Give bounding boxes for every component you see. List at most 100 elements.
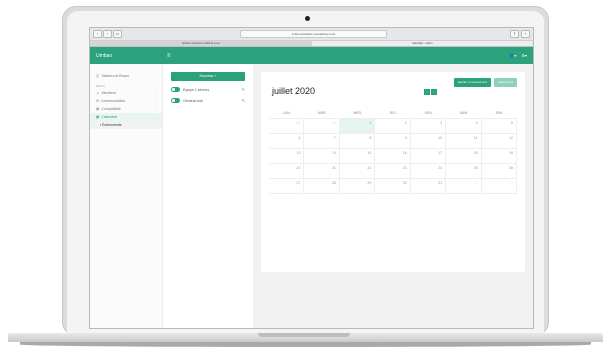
share-icon[interactable]: ⇪ xyxy=(510,30,519,38)
calendar-day[interactable]: 3 xyxy=(410,119,447,134)
base-notch xyxy=(258,333,350,337)
app-body: ◫ Tableau de Board MENU ☺ Membres ‹ ✉ Co… xyxy=(90,64,533,328)
sidebar-item-accounting[interactable]: ▤ Comptabilité ‹ xyxy=(90,105,162,113)
add-event-button[interactable]: Ajouter un événement xyxy=(453,78,492,87)
calendar-day[interactable]: 19 xyxy=(481,149,517,164)
calendar-day[interactable]: 22 xyxy=(339,164,376,179)
sidebar: ◫ Tableau de Board MENU ☺ Membres ‹ ✉ Co… xyxy=(90,64,163,328)
calendar-icon: ▦ xyxy=(96,115,100,119)
calendar-day[interactable]: 26 xyxy=(481,164,517,179)
calendar-day[interactable]: 23 xyxy=(375,164,411,179)
calendar-day[interactable]: 31 xyxy=(410,179,447,194)
calendar-day[interactable]: 30 xyxy=(375,179,411,194)
weekday-header: SAM. xyxy=(446,108,482,119)
calendar-day[interactable]: 2 xyxy=(481,179,517,194)
sidebar-item-label: Comptabilité xyxy=(101,107,121,111)
calendar-day[interactable]: 21 xyxy=(304,164,340,179)
camera-dot xyxy=(305,16,310,21)
filter-label: Général club xyxy=(183,98,203,103)
prev-month-icon[interactable]: ‹ xyxy=(424,89,430,95)
app-header: Umbao ≡ 👤▾ ⚙▾ xyxy=(90,47,533,64)
calendar-day[interactable]: 13 xyxy=(269,149,305,164)
calendar-nav: ‹ › xyxy=(424,89,437,95)
back-icon[interactable]: ‹ xyxy=(93,30,102,38)
filter-toggle[interactable] xyxy=(171,87,180,92)
forward-icon[interactable]: › xyxy=(103,30,112,38)
sidebar-icon[interactable]: ▭ xyxy=(113,30,122,38)
settings-icon[interactable]: ⚙▾ xyxy=(521,53,527,58)
calendar-day[interactable]: 15 xyxy=(339,149,376,164)
browser-nav: ‹ › ▭ xyxy=(93,30,122,38)
base-bottom xyxy=(20,342,591,347)
calendar-day[interactable]: 11 xyxy=(446,134,482,149)
edit-icon[interactable]: ✎ xyxy=(242,87,245,92)
calendar-day[interactable]: 14 xyxy=(304,149,340,164)
calendar-day[interactable]: 20 xyxy=(269,164,305,179)
calendar-day[interactable]: 17 xyxy=(410,149,447,164)
calendar-card: juillet 2020 Ajouter un événement Aujour… xyxy=(261,72,525,272)
calendar-day[interactable]: 5 xyxy=(481,119,517,134)
filter-toggle[interactable] xyxy=(171,98,180,103)
calendar-day[interactable]: 1 xyxy=(446,179,482,194)
screen: ‹ › ▭ Il.demonstration.prestashop.com ⇪ … xyxy=(89,27,534,329)
user-icon[interactable]: 👤▾ xyxy=(509,53,516,58)
brand-logo[interactable]: Umbao xyxy=(90,53,163,59)
browser-tab-active[interactable]: Calendrier - Admin xyxy=(311,41,533,46)
sidebar-item-label: Tableau de Board xyxy=(101,74,129,78)
calendar-day[interactable]: 18 xyxy=(446,149,482,164)
main-content: juillet 2020 Ajouter un événement Aujour… xyxy=(253,64,533,328)
calendar-day-today[interactable]: 1 xyxy=(339,119,376,134)
calendar-title: juillet 2020 xyxy=(272,86,316,96)
filter-row: Équipe 1 séniors ✎ xyxy=(171,87,245,92)
calendar-day[interactable]: 7 xyxy=(304,134,340,149)
calendar-day[interactable]: 8 xyxy=(339,134,376,149)
chevron-icon: ‹ xyxy=(155,91,156,95)
sidebar-item-members[interactable]: ☺ Membres ‹ xyxy=(90,89,162,97)
calendar-day[interactable]: 4 xyxy=(446,119,482,134)
sidebar-item-dashboard[interactable]: ◫ Tableau de Board xyxy=(90,72,162,80)
calendar-actions: Ajouter un événement Aujourd'hui xyxy=(453,78,517,87)
menu-icon[interactable]: ≡ xyxy=(167,53,171,59)
calendar-day[interactable]: 27 xyxy=(269,179,305,194)
next-month-icon[interactable]: › xyxy=(431,89,437,95)
calendar-filters: Nouveau + Équipe 1 séniors ✎ Général clu… xyxy=(163,64,253,328)
calendar-day[interactable]: 10 xyxy=(410,134,447,149)
dashboard-icon: ◫ xyxy=(96,74,100,78)
weekday-header: MER. xyxy=(339,108,376,119)
address-bar[interactable]: Il.demonstration.prestashop.com xyxy=(240,30,387,38)
today-button[interactable]: Aujourd'hui xyxy=(494,78,517,87)
calendar-day[interactable]: 16 xyxy=(375,149,411,164)
calendar-day[interactable]: 30 xyxy=(304,119,340,134)
filter-row: Général club ✎ xyxy=(171,98,245,103)
sidebar-item-label: Calendrier xyxy=(101,115,118,119)
sidebar-item-calendar[interactable]: ▦ Calendrier ⌄ xyxy=(90,113,162,121)
calendar-day[interactable]: 2 xyxy=(375,119,411,134)
sidebar-item-label: Communication xyxy=(100,99,126,103)
weekday-header: MAR. xyxy=(304,108,340,119)
calendar-day[interactable]: 29 xyxy=(339,179,376,194)
weekday-header: VEN. xyxy=(410,108,447,119)
sidebar-item-communication[interactable]: ✉ Communication ‹ xyxy=(90,97,162,105)
weekday-header: JEU. xyxy=(375,108,411,119)
calendar-day[interactable]: 25 xyxy=(446,164,482,179)
sidebar-item-label: Membres xyxy=(101,91,117,95)
calendar-day[interactable]: 28 xyxy=(304,179,340,194)
calendar-day[interactable]: 6 xyxy=(269,134,305,149)
accounting-icon: ▤ xyxy=(96,107,100,111)
edit-icon[interactable]: ✎ xyxy=(242,98,245,103)
browser-toolbar: ‹ › ▭ Il.demonstration.prestashop.com ⇪ … xyxy=(90,28,533,41)
calendar-day[interactable]: 9 xyxy=(375,134,411,149)
sidebar-section-title: MENU xyxy=(96,84,105,88)
chevron-icon: ‹ xyxy=(155,107,156,111)
sidebar-subitem-events[interactable]: • Événements xyxy=(90,121,162,129)
new-tab-icon[interactable]: + xyxy=(521,30,530,38)
weekday-header: DIM. xyxy=(481,108,517,119)
chevron-icon: ‹ xyxy=(155,99,156,103)
browser-tab[interactable]: Solution Commerce CMS de Luxe xyxy=(90,41,312,46)
calendar-day[interactable]: 29 xyxy=(269,119,305,134)
filter-label: Équipe 1 séniors xyxy=(183,87,210,92)
calendar-day[interactable]: 12 xyxy=(481,134,517,149)
calendar-day[interactable]: 24 xyxy=(410,164,447,179)
new-calendar-button[interactable]: Nouveau + xyxy=(171,72,245,81)
communication-icon: ✉ xyxy=(96,99,99,103)
